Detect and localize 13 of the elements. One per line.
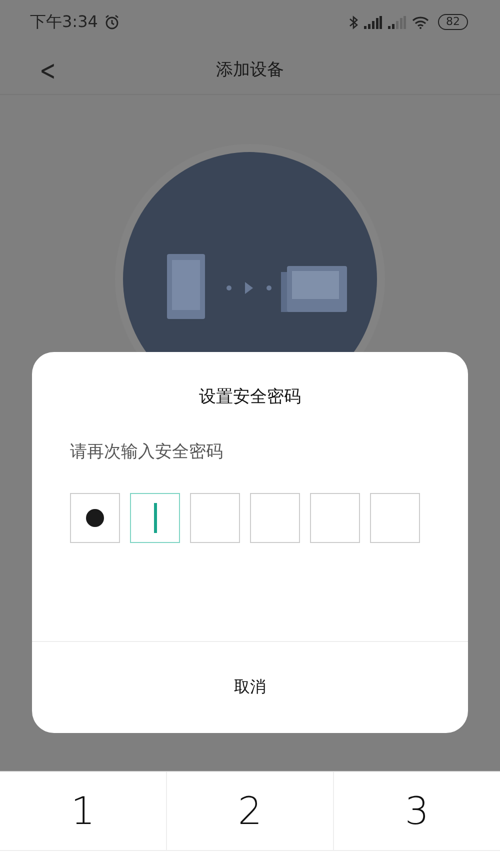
dialog-prompt: 请再次输入安全密码 xyxy=(70,441,224,463)
battery-indicator: 82 xyxy=(438,14,468,30)
wifi-icon xyxy=(412,16,430,28)
back-button[interactable]: < xyxy=(35,54,60,87)
pin-box[interactable] xyxy=(70,493,120,543)
signal-icon xyxy=(364,16,382,28)
alarm-clock-icon xyxy=(104,14,120,30)
cancel-button[interactable]: 取消 xyxy=(32,642,468,733)
status-time: 下午3:34 xyxy=(30,12,98,32)
page-title: 添加设备 xyxy=(216,58,284,80)
dialog-title: 设置安全密码 xyxy=(198,386,302,408)
bluetooth-icon xyxy=(349,14,358,30)
signal-icon xyxy=(388,16,406,28)
